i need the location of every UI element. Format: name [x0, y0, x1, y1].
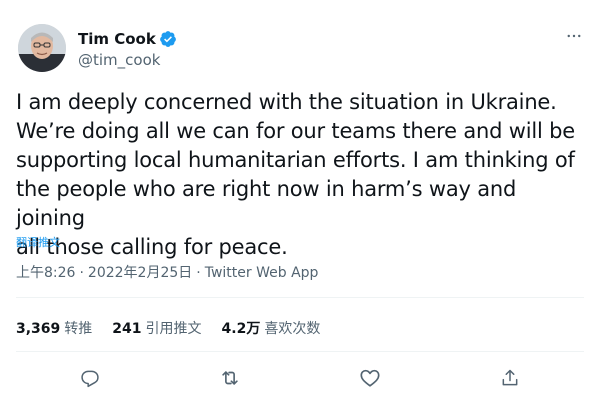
reply-icon: [80, 368, 100, 392]
retweet-button[interactable]: [212, 362, 248, 398]
retweets-label: 转推: [64, 321, 93, 337]
tweet-metadata: 上午8:26 · 2022年2月25日 · Twitter Web App: [16, 262, 318, 282]
quotes-stat[interactable]: 241 引用推文: [112, 318, 201, 338]
tweet-time[interactable]: 上午8:26: [16, 265, 75, 281]
retweet-icon: [219, 367, 241, 393]
retweets-stat[interactable]: 3,369 转推: [16, 318, 92, 338]
meta-separator: ·: [79, 265, 84, 281]
quotes-label: 引用推文: [145, 321, 202, 337]
meta-separator: ·: [196, 265, 201, 281]
divider: [16, 351, 584, 352]
avatar[interactable]: [18, 24, 66, 72]
retweets-count: 3,369: [16, 321, 61, 337]
reply-button[interactable]: [72, 362, 108, 398]
divider: [16, 297, 584, 298]
more-options-icon[interactable]: [564, 26, 584, 46]
likes-stat[interactable]: 4.2万 喜欢次数: [222, 318, 321, 338]
likes-label: 喜欢次数: [264, 321, 321, 337]
tweet-actions: [0, 362, 600, 398]
handle[interactable]: @tim_cook: [78, 51, 177, 69]
likes-count: 4.2万: [221, 321, 261, 337]
tweet-text: I am deeply concerned with the situation…: [16, 90, 575, 259]
verified-badge-icon: [159, 30, 177, 48]
tweet-source[interactable]: Twitter Web App: [205, 265, 319, 281]
tweet-card: Tim Cook @tim_cook I am deeply concerned…: [0, 0, 600, 408]
name-block: Tim Cook @tim_cook: [78, 28, 177, 69]
tweet-date[interactable]: 2022年2月25日: [88, 265, 192, 281]
share-button[interactable]: [492, 362, 528, 398]
share-icon: [500, 368, 520, 392]
like-button[interactable]: [352, 362, 388, 398]
display-name[interactable]: Tim Cook: [78, 30, 156, 48]
name-row: Tim Cook: [78, 28, 177, 50]
tweet-header: Tim Cook @tim_cook: [16, 24, 584, 76]
heart-icon: [359, 367, 381, 393]
translate-tweet-link[interactable]: 翻译推文: [16, 234, 60, 250]
tweet-stats: 3,369 转推 241 引用推文 4.2万 喜欢次数: [16, 318, 320, 338]
quotes-count: 241: [112, 321, 142, 337]
